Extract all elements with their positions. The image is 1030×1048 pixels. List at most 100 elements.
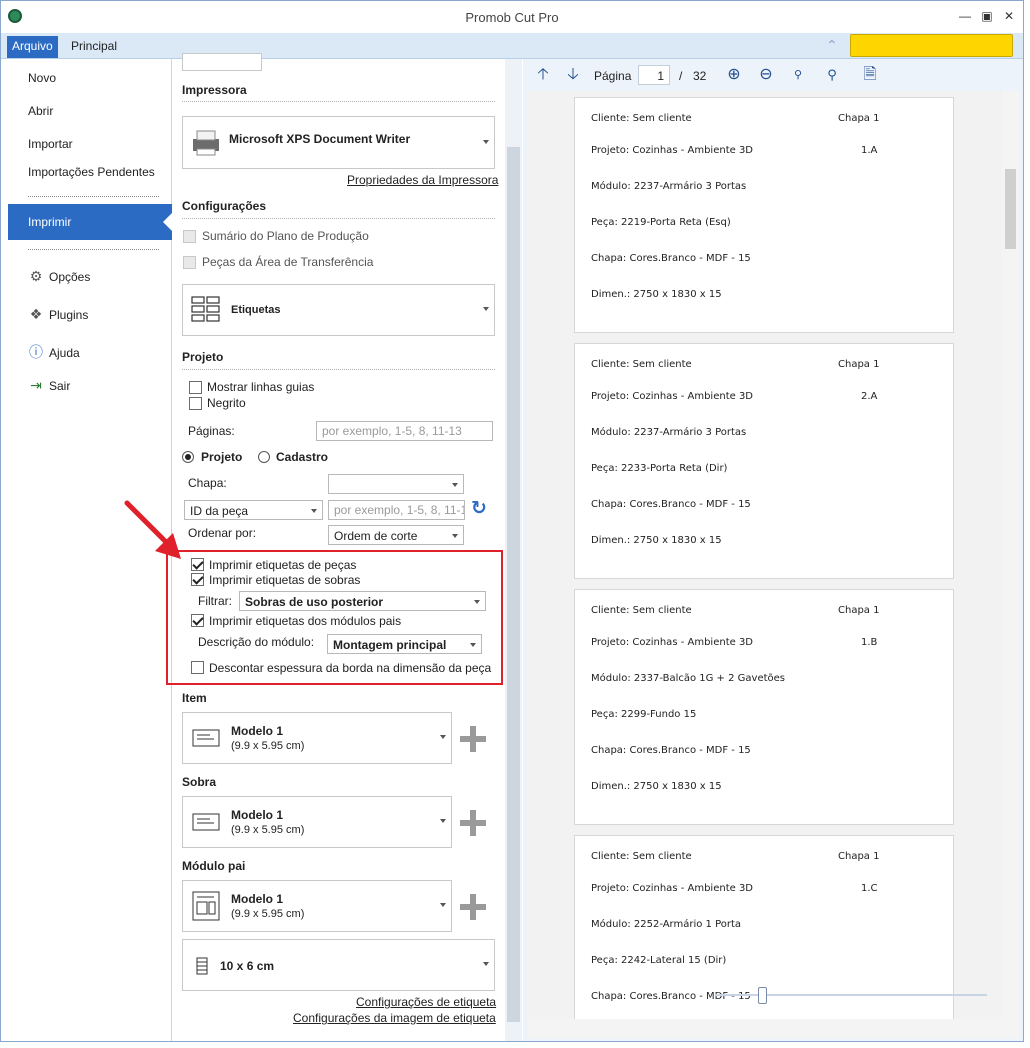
label-template-icon xyxy=(192,729,220,747)
sidebar-item-novo[interactable]: Novo xyxy=(28,71,56,85)
pages-input[interactable]: por exemplo, 1-5, 8, 11-13 xyxy=(316,421,493,441)
arrow-down-icon[interactable]: 🡣 xyxy=(564,66,582,84)
title-bar: Promob Cut Pro — ▣ ✕ xyxy=(1,1,1023,33)
transfer-area-checkbox[interactable] xyxy=(183,256,196,269)
item-model-select[interactable]: Modelo 1 (9.9 x 5.95 cm) xyxy=(182,712,452,764)
sidebar-item-imprimir[interactable]: Imprimir xyxy=(8,204,172,240)
printer-select[interactable]: Microsoft XPS Document Writer xyxy=(182,116,495,169)
section-divider xyxy=(182,218,495,219)
license-badge[interactable] xyxy=(850,34,1013,57)
label-size-select[interactable]: 10 x 6 cm xyxy=(182,939,495,991)
preview-canvas: Cliente: Sem cliente Chapa 1 Projeto: Co… xyxy=(528,91,1003,1019)
chevron-down-icon xyxy=(483,139,489,144)
item-model-size: (9.9 x 5.95 cm) xyxy=(231,740,305,752)
page-projeto: Projeto: Cozinhas - Ambiente 3D xyxy=(591,637,754,648)
page-modulo: Módulo: 2237-Armário 3 Portas xyxy=(591,427,747,438)
page-modulo: Módulo: 2252-Armário 1 Porta xyxy=(591,919,742,930)
arrow-up-icon[interactable]: 🡡 xyxy=(534,66,552,84)
sidebar-item-plugins[interactable]: Plugins xyxy=(49,308,88,322)
zoom-slider-handle[interactable] xyxy=(758,987,767,1004)
maximize-icon[interactable]: ▣ xyxy=(979,9,995,23)
id-filter-select[interactable]: ID da peça xyxy=(184,500,323,520)
page-cliente: Cliente: Sem cliente xyxy=(591,605,692,616)
settings-scrollbar[interactable] xyxy=(505,59,522,1041)
radio-projeto[interactable] xyxy=(182,451,194,463)
printer-icon xyxy=(193,130,219,156)
page-code: 1.A xyxy=(861,145,878,156)
zoom-fit-icon[interactable]: ⚲ xyxy=(823,66,841,84)
modulo-model-select[interactable]: Modelo 1 (9.9 x 5.95 cm) xyxy=(182,880,452,932)
chevron-down-icon xyxy=(440,735,446,739)
refresh-icon[interactable]: ↻ xyxy=(471,499,487,519)
page-dimen: Dimen.: 2750 x 1830 x 15 xyxy=(591,781,722,792)
sidebar-item-opcoes[interactable]: Opções xyxy=(49,270,90,284)
sidebar-item-label: Imprimir xyxy=(28,215,72,229)
page-peca: Peça: 2233-Porta Reta (Dir) xyxy=(591,463,728,474)
scrollbar-thumb[interactable] xyxy=(1005,169,1016,249)
zoom-in-icon[interactable]: ⊕ xyxy=(725,66,743,84)
sidebar-item-sair[interactable]: Sair xyxy=(49,379,70,393)
page-number-input[interactable]: 1 xyxy=(638,65,670,85)
add-item-model-plus-icon[interactable] xyxy=(460,726,486,752)
id-range-input[interactable]: por exemplo, 1-5, 8, 11-13 xyxy=(328,500,465,520)
item-model-name: Modelo 1 xyxy=(231,724,284,738)
printer-properties-link[interactable]: Propriedades da Impressora xyxy=(347,173,498,187)
sidebar-item-importar[interactable]: Importar xyxy=(28,137,73,151)
show-guides-checkbox[interactable] xyxy=(189,381,202,394)
minimize-icon[interactable]: — xyxy=(957,9,973,23)
label-config-link[interactable]: Configurações de etiqueta xyxy=(356,995,496,1009)
labels-grid-icon xyxy=(191,296,220,322)
active-notch xyxy=(163,213,172,231)
chevron-down-icon xyxy=(483,962,489,966)
preview-hscrollbar[interactable] xyxy=(528,1019,1019,1039)
production-summary-checkbox[interactable] xyxy=(183,230,196,243)
scrollbar-thumb[interactable] xyxy=(507,147,520,1022)
zoom-100-icon[interactable]: ⚲ xyxy=(789,66,807,84)
collapse-ribbon-icon[interactable]: ⌃ xyxy=(826,37,838,54)
order-select[interactable]: Ordem de corte xyxy=(328,525,464,545)
sobra-model-size: (9.9 x 5.95 cm) xyxy=(231,824,305,836)
zoom-out-icon[interactable]: ⊖ xyxy=(757,66,775,84)
radio-cadastro[interactable] xyxy=(258,451,270,463)
chevron-down-icon xyxy=(440,903,446,907)
label-template-icon xyxy=(192,813,220,831)
bold-label: Negrito xyxy=(207,396,246,410)
preview-vscrollbar[interactable] xyxy=(1002,91,1019,1019)
page-chapa: Chapa: Cores.Branco - MDF - 15 xyxy=(591,745,751,756)
label-size-value: 10 x 6 cm xyxy=(220,959,275,973)
add-sobra-model-plus-icon[interactable] xyxy=(460,810,486,836)
red-arrow-annotation xyxy=(124,500,181,559)
page-dimen: Dimen.: 2750 x 1830 x 15 xyxy=(591,289,722,300)
page-code: 1.B xyxy=(861,637,878,648)
transfer-area-label: Peças da Área de Transferência xyxy=(202,255,374,269)
bold-checkbox[interactable] xyxy=(189,397,202,410)
zoom-slider-track[interactable] xyxy=(715,994,987,996)
page-modulo: Módulo: 2237-Armário 3 Portas xyxy=(591,181,747,192)
sidebar-item-abrir[interactable]: Abrir xyxy=(28,104,53,118)
production-summary-label: Sumário do Plano de Produção xyxy=(202,229,369,243)
order-value: Ordem de corte xyxy=(334,529,418,543)
sidebar-item-importacoes-pendentes[interactable]: Importações Pendentes xyxy=(28,165,155,179)
section-divider xyxy=(182,101,495,102)
menu-bar: Arquivo Principal ⌃ xyxy=(1,33,1023,59)
add-modulo-model-plus-icon[interactable] xyxy=(460,894,486,920)
printer-name: Microsoft XPS Document Writer xyxy=(229,132,411,146)
total-pages: 32 xyxy=(693,69,707,83)
chapa-select[interactable] xyxy=(328,474,464,494)
label-page: Cliente: Sem cliente Chapa 1 Projeto: Co… xyxy=(574,343,954,579)
radio-cadastro-label: Cadastro xyxy=(276,450,329,464)
sidebar-item-ajuda[interactable]: Ajuda xyxy=(49,346,80,360)
sobra-model-select[interactable]: Modelo 1 (9.9 x 5.95 cm) xyxy=(182,796,452,848)
tab-arquivo[interactable]: Arquivo xyxy=(7,36,58,58)
project-section-title: Projeto xyxy=(182,350,224,364)
label-page: Cliente: Sem cliente Chapa 1 Projeto: Co… xyxy=(574,589,954,825)
chevron-down-icon xyxy=(452,534,458,538)
page-chapa-id: Chapa 1 xyxy=(838,851,880,862)
export-icon[interactable]: 🗎 xyxy=(861,66,879,84)
print-type-select[interactable]: Etiquetas xyxy=(182,284,495,336)
copies-field[interactable] xyxy=(182,53,262,71)
close-icon[interactable]: ✕ xyxy=(1001,9,1017,23)
label-image-config-link[interactable]: Configurações da imagem de etiqueta xyxy=(293,1011,496,1025)
gear-icon: ⚙ xyxy=(29,268,43,284)
tab-principal[interactable]: Principal xyxy=(71,39,117,53)
